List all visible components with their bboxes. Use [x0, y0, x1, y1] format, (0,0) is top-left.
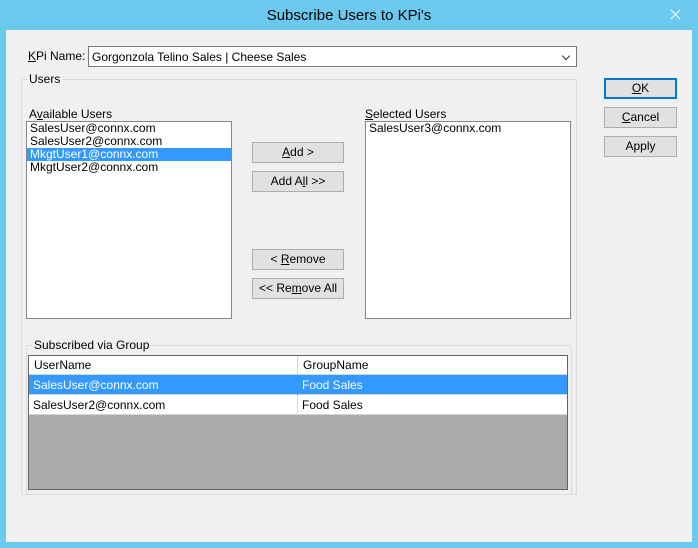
add-button-accel: A: [282, 145, 291, 159]
add-button-label: dd >: [290, 145, 314, 159]
table-row[interactable]: SalesUser@connx.com Food Sales: [29, 375, 567, 395]
selected-users-label-text: elected Users: [373, 107, 447, 121]
users-group-title: Users: [27, 72, 63, 86]
apply-button[interactable]: Apply: [604, 136, 677, 157]
column-header-groupname[interactable]: GroupName: [298, 356, 567, 375]
dialog-client-area: KPi Name: Gorgonzola Telino Sales | Chee…: [6, 30, 692, 542]
selected-user-item[interactable]: SalesUser3@connx.com: [366, 122, 570, 135]
title-bar[interactable]: Subscribe Users to KPi's: [0, 0, 698, 30]
close-icon[interactable]: [652, 0, 698, 30]
kpi-name-label: KPi Name:: [28, 49, 85, 63]
ok-button[interactable]: OK: [604, 78, 677, 99]
ok-button-label: K: [641, 81, 650, 95]
kpi-name-label-accel: K: [28, 49, 37, 63]
selected-users-list[interactable]: SalesUser3@connx.com: [365, 121, 571, 319]
dialog-window: Subscribe Users to KPi's KPi Name: Gorgo…: [0, 0, 698, 548]
remove-button-label-post: emove: [289, 252, 326, 266]
subscribed-grid[interactable]: UserName GroupName SalesUser@connx.com Fo…: [28, 355, 568, 490]
add-all-button[interactable]: Add All >>: [252, 171, 344, 192]
available-users-label-a: A: [29, 107, 37, 121]
remove-all-button-label-pre: << Re: [258, 281, 292, 295]
cell-groupname: Food Sales: [302, 398, 363, 412]
ok-button-accel: O: [631, 81, 642, 95]
add-button[interactable]: Add >: [252, 142, 344, 163]
table-row[interactable]: SalesUser2@connx.com Food Sales: [29, 395, 567, 415]
kpi-name-value: Gorgonzola Telino Sales | Cheese Sales: [92, 50, 307, 64]
selected-users-label: Selected Users: [365, 107, 446, 121]
available-users-label: Available Users: [29, 107, 112, 121]
cancel-button-label: ancel: [630, 110, 660, 124]
kpi-name-dropdown[interactable]: Gorgonzola Telino Sales | Cheese Sales: [88, 46, 577, 67]
remove-button-label-pre: <: [270, 252, 281, 266]
available-users-list[interactable]: SalesUser@connx.com SalesUser2@connx.com M…: [26, 121, 232, 319]
kpi-name-label-text: Pi Name:: [36, 49, 86, 63]
subscribed-via-group-title: Subscribed via Group: [32, 338, 152, 352]
remove-button[interactable]: < Remove: [252, 249, 344, 270]
cancel-button[interactable]: Cancel: [604, 107, 677, 128]
cell-username: SalesUser@connx.com: [29, 375, 298, 395]
cell-username: SalesUser2@connx.com: [29, 395, 298, 415]
cell-groupname: Food Sales: [302, 378, 363, 392]
available-user-item[interactable]: MkgtUser2@connx.com: [27, 161, 231, 174]
window-title: Subscribe Users to KPi's: [266, 7, 432, 24]
chevron-down-icon[interactable]: [560, 49, 574, 64]
remove-all-button[interactable]: << Remove All: [252, 278, 344, 299]
available-users-label-text: ailable Users: [42, 107, 113, 121]
remove-all-button-accel: m: [291, 281, 302, 295]
remove-all-button-label-post: ove All: [301, 281, 338, 295]
column-header-username[interactable]: UserName: [29, 356, 298, 375]
grid-header: UserName GroupName: [29, 356, 567, 375]
add-all-button-label-post: l >>: [305, 174, 326, 188]
add-all-button-label-pre: Add A: [270, 174, 303, 188]
selected-users-label-accel: S: [365, 107, 374, 121]
